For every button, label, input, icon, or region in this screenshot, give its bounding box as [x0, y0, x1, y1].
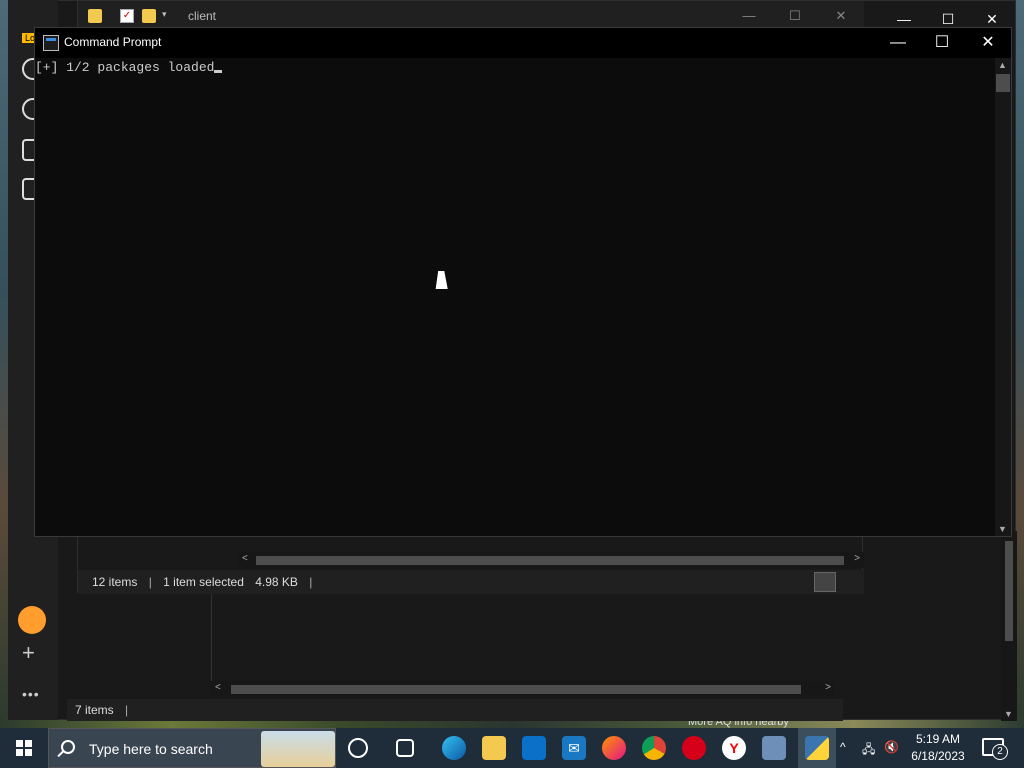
store-icon[interactable] — [522, 736, 546, 760]
console-line: [+] 1/2 packages loaded — [35, 60, 215, 75]
mouse-pointer-icon — [435, 271, 451, 289]
console-output[interactable]: [+] 1/2 packages loaded — [35, 58, 995, 536]
horizontal-scrollbar[interactable]: < > — [211, 681, 835, 697]
scrollbar-thumb[interactable] — [996, 74, 1010, 92]
add-icon[interactable]: + — [22, 640, 35, 666]
mail-icon[interactable]: ✉ — [562, 736, 586, 760]
edge-icon[interactable] — [442, 736, 466, 760]
vertical-scrollbar[interactable]: ▼ — [1001, 531, 1017, 721]
selection-size: 4.98 KB — [255, 575, 298, 589]
file-pane — [211, 591, 835, 681]
close-icon[interactable]: ✕ — [965, 31, 1011, 55]
item-count: 12 items — [92, 575, 138, 589]
chevron-down-icon[interactable]: ▾ — [162, 9, 176, 23]
minimize-icon[interactable]: — — [875, 31, 921, 55]
firefox-icon[interactable] — [602, 736, 626, 760]
cortana-icon[interactable] — [348, 738, 368, 758]
selection-count: 1 item selected — [163, 575, 244, 589]
status-bar: 12 items | 1 item selected 4.98 KB | — [78, 570, 864, 594]
windows-logo-icon — [16, 740, 32, 756]
scroll-right-icon[interactable]: > — [854, 553, 860, 564]
details-view-icon[interactable] — [814, 572, 836, 592]
scroll-down-icon[interactable]: ▼ — [998, 524, 1007, 534]
search-highlight-image — [261, 731, 335, 767]
taskbar: Type here to search ✉ Y ^ 🖧 🔇 5:19 AM 6/… — [0, 728, 1024, 768]
command-prompt-window[interactable]: Command Prompt — ☐ ✕ [+] 1/2 packages lo… — [34, 27, 1012, 537]
volume-muted-icon[interactable]: 🔇 — [884, 740, 899, 754]
scrollbar-thumb[interactable] — [231, 685, 801, 694]
scroll-down-icon[interactable]: ▼ — [1004, 709, 1013, 719]
python-icon[interactable] — [805, 736, 829, 760]
vertical-scrollbar[interactable]: ▲ ▼ — [995, 58, 1011, 536]
text-cursor — [214, 70, 223, 73]
chevron-up-icon[interactable]: ^ — [840, 740, 846, 754]
new-folder-icon[interactable] — [142, 9, 156, 23]
horizontal-scrollbar[interactable]: < > — [238, 552, 864, 568]
chrome-icon[interactable] — [642, 736, 666, 760]
clock-date: 6/18/2023 — [911, 749, 965, 763]
search-placeholder: Type here to search — [89, 741, 213, 757]
clock-time: 5:19 AM — [915, 732, 961, 746]
title-bar[interactable]: Command Prompt — ☐ ✕ — [35, 28, 1011, 58]
properties-icon[interactable]: ✓ — [120, 9, 134, 23]
minimize-icon[interactable]: — — [726, 5, 772, 27]
favorites-icon[interactable] — [18, 606, 46, 634]
search-icon — [61, 740, 75, 754]
scroll-left-icon[interactable]: < — [215, 682, 221, 693]
scrollbar-thumb[interactable] — [1005, 541, 1013, 641]
cmd-icon — [43, 35, 59, 51]
opera-icon[interactable] — [682, 736, 706, 760]
network-monitor-icon[interactable] — [762, 736, 786, 760]
status-bar: 7 items | — [67, 699, 843, 721]
scroll-right-icon[interactable]: > — [825, 682, 831, 693]
close-icon[interactable]: ✕ — [818, 5, 864, 27]
notification-count: 2 — [992, 744, 1008, 760]
task-view-icon[interactable] — [396, 739, 414, 757]
network-icon[interactable]: 🖧 — [862, 740, 875, 761]
folder-icon — [88, 9, 102, 23]
large-icons-view-icon[interactable] — [840, 572, 860, 592]
scroll-left-icon[interactable]: < — [242, 553, 248, 564]
window-title: client — [188, 9, 217, 23]
item-count: 7 items — [75, 703, 114, 717]
maximize-icon[interactable]: ☐ — [919, 31, 965, 55]
start-button[interactable] — [0, 728, 48, 768]
system-clock[interactable]: 5:19 AM 6/18/2023 — [900, 731, 976, 765]
scroll-up-icon[interactable]: ▲ — [998, 60, 1007, 70]
maximize-icon[interactable]: ☐ — [772, 5, 818, 27]
search-box[interactable]: Type here to search — [48, 728, 336, 768]
window-title: Command Prompt — [64, 35, 162, 49]
scrollbar-thumb[interactable] — [256, 556, 844, 565]
yandex-icon[interactable]: Y — [722, 736, 746, 760]
more-icon[interactable]: ••• — [22, 686, 40, 702]
file-explorer-icon[interactable] — [482, 736, 506, 760]
